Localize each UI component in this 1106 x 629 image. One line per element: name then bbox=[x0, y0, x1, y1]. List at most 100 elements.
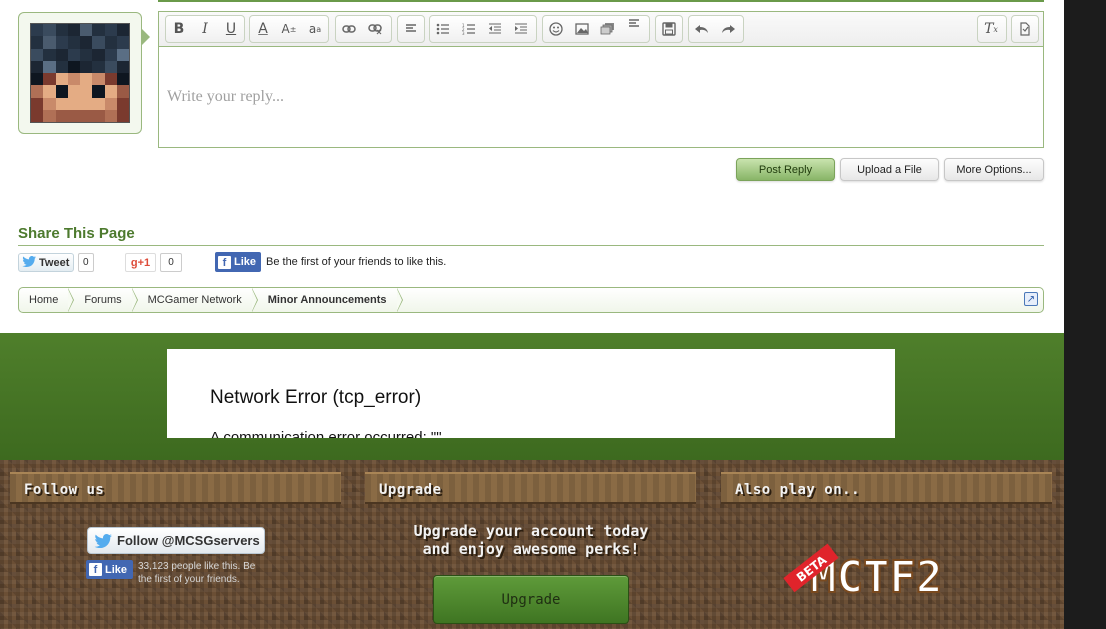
avatar-pixel bbox=[92, 73, 105, 86]
media-icon[interactable] bbox=[595, 16, 621, 42]
avatar-pixel bbox=[92, 48, 105, 61]
avatar-pixel bbox=[67, 36, 80, 49]
toggle-bbcode-icon[interactable] bbox=[1012, 16, 1038, 42]
undo-icon[interactable] bbox=[689, 16, 715, 42]
upgrade-button[interactable]: Upgrade bbox=[433, 575, 629, 624]
redo-icon[interactable] bbox=[715, 16, 741, 42]
facebook-like-button[interactable]: f Like bbox=[215, 252, 261, 272]
avatar-pixel bbox=[92, 109, 105, 122]
share-title: Share This Page bbox=[18, 225, 135, 242]
avatar-pixel bbox=[55, 73, 68, 86]
post-reply-button[interactable]: Post Reply bbox=[736, 158, 835, 181]
font-color-icon[interactable]: A bbox=[250, 16, 276, 42]
avatar-pixel bbox=[92, 36, 105, 49]
twitter-bird-icon bbox=[94, 533, 112, 548]
breadcrumb-home[interactable]: Home bbox=[19, 288, 75, 312]
avatar-pixel bbox=[31, 24, 44, 37]
remove-format-icon[interactable]: Tx bbox=[978, 16, 1004, 42]
avatar-pixel bbox=[104, 48, 117, 61]
avatar-pixel bbox=[92, 97, 105, 110]
avatar-pixel bbox=[116, 97, 129, 110]
footer-facebook-text: 33,123 people like this. Be the first of… bbox=[138, 561, 256, 585]
outdent-icon[interactable] bbox=[482, 16, 508, 42]
tweet-button[interactable]: Tweet bbox=[18, 253, 74, 272]
indent-icon[interactable] bbox=[508, 16, 534, 42]
tweet-count: 0 bbox=[78, 253, 94, 272]
jump-menu-icon[interactable]: ↗ bbox=[1024, 292, 1038, 306]
avatar-pixel bbox=[31, 36, 44, 49]
more-options-button[interactable]: More Options... bbox=[944, 158, 1044, 181]
save-draft-icon[interactable] bbox=[656, 16, 682, 42]
avatar-pixel bbox=[43, 85, 56, 98]
more-align-icon[interactable] bbox=[621, 16, 647, 42]
underline-icon[interactable]: U bbox=[218, 16, 244, 42]
editor-toolbar: B I U A A ± aa 1 2 3 T x bbox=[159, 12, 1043, 47]
avatar-pixel bbox=[92, 24, 105, 37]
breadcrumb-mcgamer-network[interactable]: MCGamer Network bbox=[132, 288, 258, 312]
breadcrumb-forums[interactable]: Forums bbox=[68, 288, 138, 312]
numbered-list-icon[interactable]: 123 bbox=[456, 16, 482, 42]
list-group: 123 bbox=[429, 15, 537, 43]
footer-facebook-like-button[interactable]: f Like bbox=[86, 560, 133, 579]
avatar-pixel bbox=[67, 97, 80, 110]
gplus-count: 0 bbox=[160, 253, 182, 272]
avatar-pixel bbox=[116, 60, 129, 73]
upgrade-line-1: Upgrade your account today bbox=[413, 522, 649, 540]
top-divider bbox=[158, 0, 1044, 2]
upgrade-promo-text: Upgrade your account today and enjoy awe… bbox=[366, 522, 696, 558]
avatar-pixel bbox=[104, 97, 117, 110]
reply-input[interactable] bbox=[159, 47, 1043, 147]
avatar-pixel bbox=[104, 109, 117, 122]
link-icon[interactable] bbox=[336, 16, 362, 42]
upgrade-plank: Upgrade bbox=[365, 472, 696, 504]
avatar-pixel bbox=[116, 73, 129, 86]
also-play-plank: Also play on.. bbox=[721, 472, 1052, 504]
align-icon[interactable] bbox=[398, 16, 424, 42]
bullet-list-icon[interactable] bbox=[430, 16, 456, 42]
unlink-icon[interactable] bbox=[362, 16, 388, 42]
upgrade-title: Upgrade bbox=[379, 482, 442, 498]
italic-icon[interactable]: I bbox=[192, 16, 218, 42]
avatar-pixel bbox=[104, 36, 117, 49]
avatar-pixel bbox=[55, 85, 68, 98]
avatar-pixel bbox=[31, 73, 44, 86]
bbcode-group bbox=[1011, 15, 1039, 43]
gplus-button[interactable]: g +1 bbox=[125, 253, 156, 272]
avatar-pixel bbox=[43, 60, 56, 73]
footer-fb-like-label: Like bbox=[105, 563, 128, 576]
avatar-pixel bbox=[104, 73, 117, 86]
avatar-pixel bbox=[80, 73, 93, 86]
image-icon[interactable] bbox=[569, 16, 595, 42]
avatar-pixel bbox=[43, 36, 56, 49]
share-divider bbox=[18, 245, 1044, 246]
font-size-icon[interactable]: A ± bbox=[276, 16, 302, 42]
avatar-pixel bbox=[80, 24, 93, 37]
avatar-pixel bbox=[80, 36, 93, 49]
upload-file-button[interactable]: Upload a File bbox=[840, 158, 939, 181]
also-play-title: Also play on.. bbox=[735, 482, 861, 498]
breadcrumb-minor-announcements[interactable]: Minor Announcements bbox=[252, 288, 403, 312]
tweet-label: Tweet bbox=[39, 256, 70, 269]
facebook-icon: f bbox=[89, 563, 102, 576]
font-family-icon[interactable]: aa bbox=[302, 16, 328, 42]
avatar-pixel bbox=[67, 24, 80, 37]
avatar-pixel bbox=[31, 48, 44, 61]
avatar-pixel bbox=[43, 73, 56, 86]
avatar-pixel bbox=[43, 109, 56, 122]
avatar-pixel bbox=[31, 60, 44, 73]
avatar-pixel bbox=[116, 85, 129, 98]
avatar[interactable] bbox=[30, 23, 130, 123]
mctf2-logo[interactable]: MCTF2 BETA bbox=[782, 540, 992, 602]
avatar-frame bbox=[18, 12, 150, 134]
insert-group bbox=[542, 15, 650, 43]
twitter-follow-button[interactable]: Follow @MCSGservers bbox=[87, 527, 265, 554]
gplus-icon: g bbox=[130, 256, 138, 269]
avatar-pixel bbox=[67, 48, 80, 61]
bold-icon[interactable]: B bbox=[166, 16, 192, 42]
font-group: A A ± aa bbox=[249, 15, 329, 43]
follow-plank: Follow us bbox=[10, 472, 341, 504]
smiley-icon[interactable] bbox=[543, 16, 569, 42]
avatar-pixel bbox=[43, 48, 56, 61]
avatar-pixel bbox=[116, 109, 129, 122]
upgrade-line-2: and enjoy awesome perks! bbox=[422, 540, 640, 558]
